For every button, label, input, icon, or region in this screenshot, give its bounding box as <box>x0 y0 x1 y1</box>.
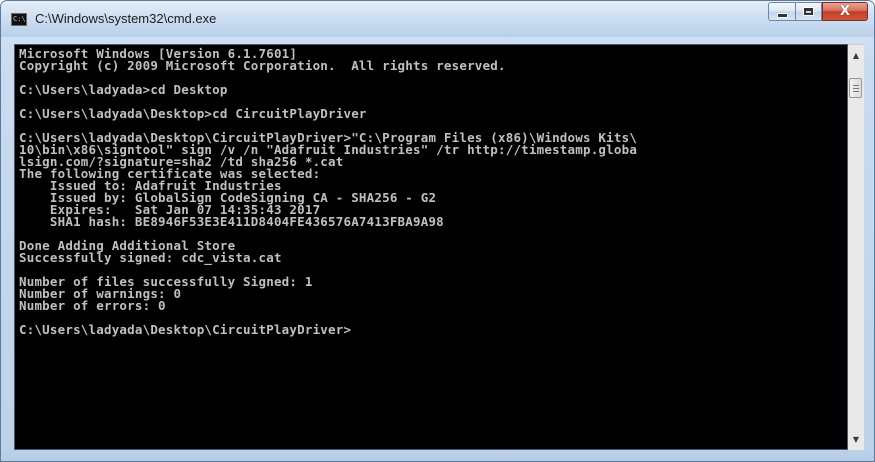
console-line: Number of errors: 0 <box>19 298 166 313</box>
scroll-thumb[interactable] <box>849 78 862 98</box>
close-button[interactable]: X <box>822 2 868 21</box>
maximize-icon <box>804 8 813 15</box>
thumb-grip-line <box>853 91 859 92</box>
maximize-button[interactable] <box>795 2 822 21</box>
console-line: SHA1 hash: BE8946F53E3E411D8404FE436576A… <box>19 214 444 229</box>
console-line: Copyright (c) 2009 Microsoft Corporation… <box>19 58 506 73</box>
vertical-scrollbar[interactable]: ▲ ▼ <box>848 44 864 450</box>
scroll-down-arrow-icon[interactable]: ▼ <box>848 431 864 448</box>
console-line: Successfully signed: cdc_vista.cat <box>19 250 282 265</box>
console-window: C:\ C:\Windows\system32\cmd.exe X Micros… <box>0 0 875 462</box>
caption-buttons: X <box>768 2 868 22</box>
thumb-grip-line <box>853 88 859 89</box>
console-line: C:\Users\ladyada\Desktop\CircuitPlayDriv… <box>19 322 352 337</box>
window-title: C:\Windows\system32\cmd.exe <box>35 11 217 26</box>
console-text: Microsoft Windows [Version 6.1.7601] Cop… <box>15 45 847 336</box>
minimize-icon <box>777 13 787 17</box>
title-bar[interactable]: C:\ C:\Windows\system32\cmd.exe X <box>1 1 874 37</box>
console-line: C:\Users\ladyada>cd Desktop <box>19 82 228 97</box>
console-output[interactable]: Microsoft Windows [Version 6.1.7601] Cop… <box>14 44 848 450</box>
minimize-button[interactable] <box>768 2 795 21</box>
cmd-icon[interactable]: C:\ <box>11 13 27 26</box>
close-icon: X <box>839 4 851 19</box>
console-line: C:\Users\ladyada\Desktop>cd CircuitPlayD… <box>19 106 367 121</box>
thumb-grip-line <box>853 85 859 86</box>
window-bottom-frame <box>1 450 874 461</box>
scroll-up-arrow-icon[interactable]: ▲ <box>848 47 864 64</box>
